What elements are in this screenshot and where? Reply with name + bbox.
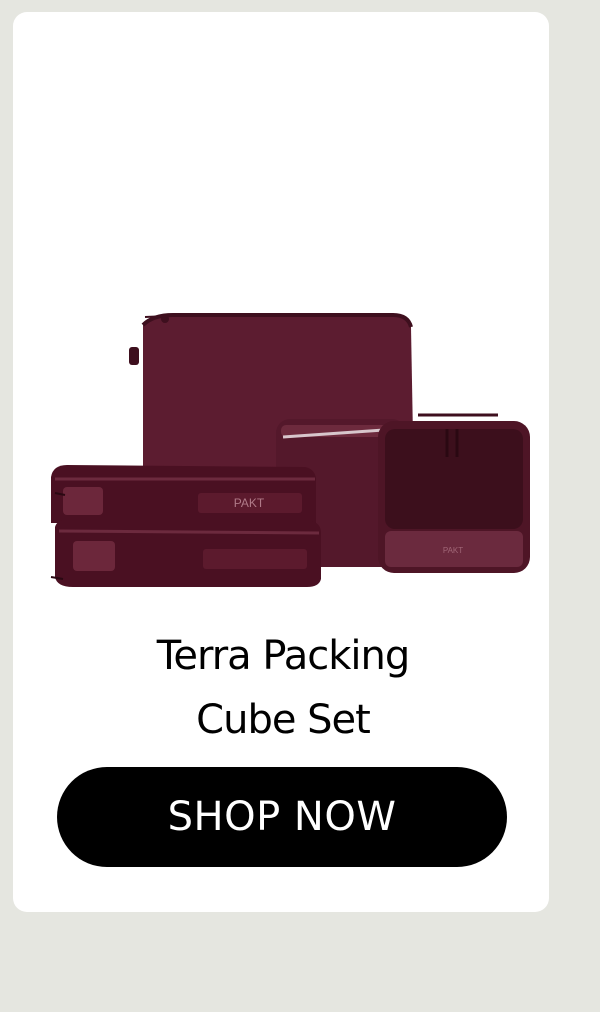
product-card[interactable]: PAKT PAKT Terra Packing Cube Set SHOP NO… (13, 12, 549, 912)
glossy-stacked-cubes: PAKT (50, 465, 321, 587)
product-title-line-1: Terra Packing (156, 633, 411, 679)
product-title[interactable]: Terra Packing Cube Set (13, 624, 553, 752)
product-title-line-2: Cube Set (196, 697, 371, 743)
glossy-cube-logo: PAKT (234, 496, 265, 510)
shop-now-button[interactable]: SHOP NOW (57, 767, 507, 867)
small-cube-logo: PAKT (443, 546, 463, 555)
product-image[interactable]: PAKT PAKT (33, 297, 533, 597)
small-mesh-cube: PAKT (378, 413, 530, 573)
